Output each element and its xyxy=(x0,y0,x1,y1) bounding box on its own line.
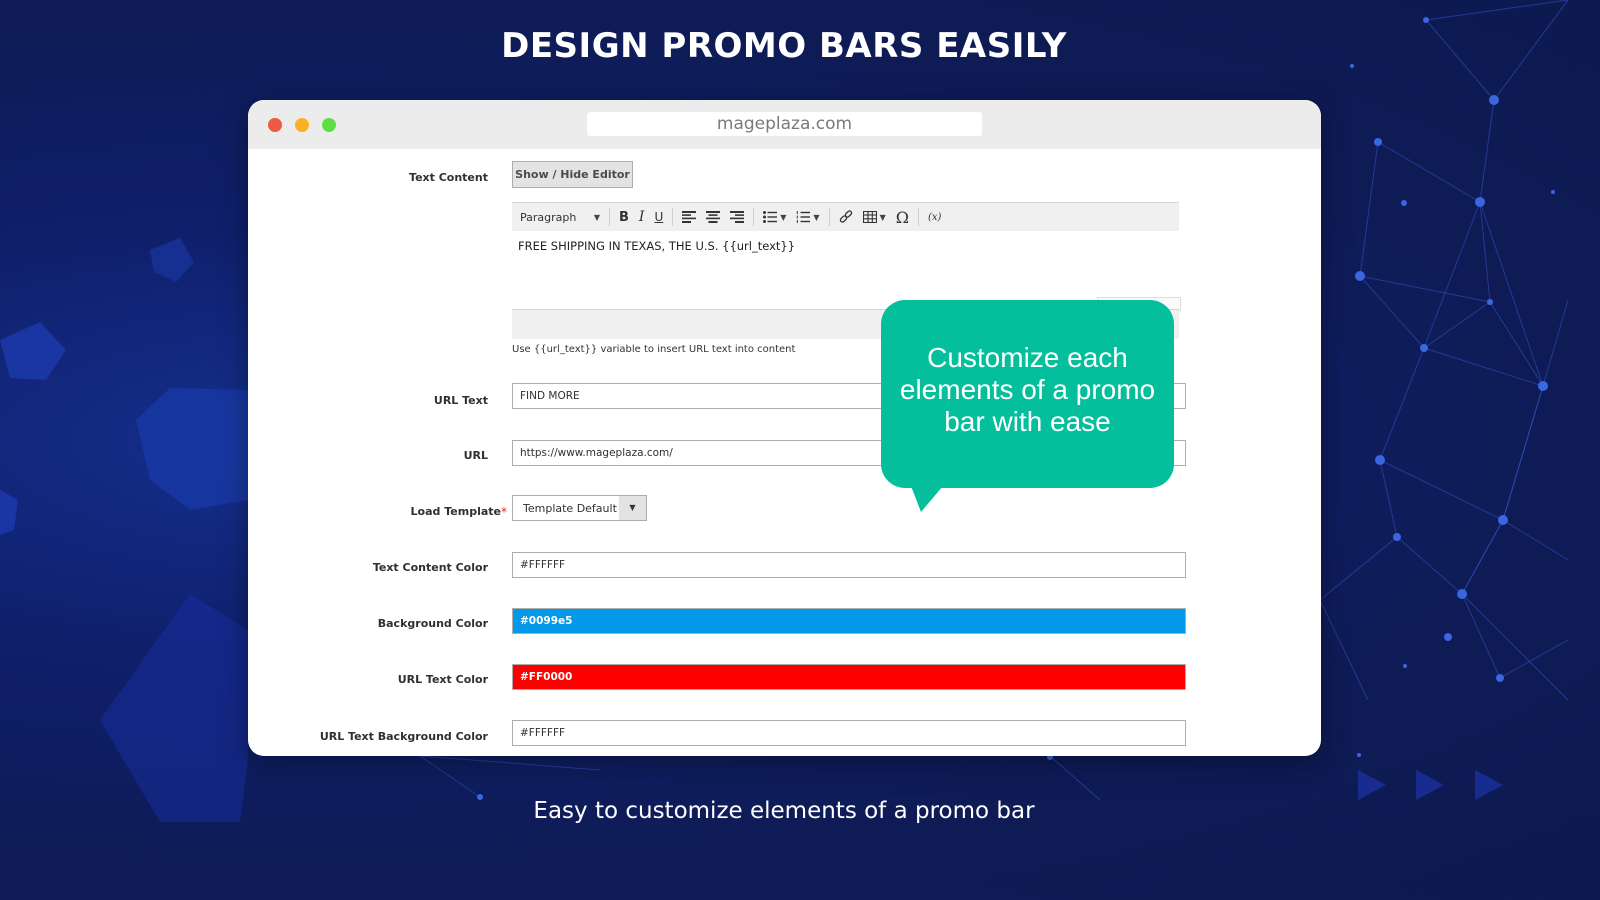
insert-table-button[interactable]: ▼ xyxy=(858,206,891,228)
insert-variable-button[interactable]: (x) xyxy=(923,206,946,228)
align-left-button[interactable] xyxy=(677,206,701,228)
insert-link-button[interactable] xyxy=(834,206,858,228)
align-right-icon xyxy=(730,211,745,223)
align-right-button[interactable] xyxy=(725,206,749,228)
url-text-background-color-input[interactable] xyxy=(512,720,1186,746)
url-text-background-color-label: URL Text Background Color xyxy=(319,730,488,743)
bullet-list-button[interactable]: ▼ xyxy=(758,206,791,228)
address-bar[interactable]: mageplaza.com xyxy=(587,112,982,136)
toolbar-divider xyxy=(917,208,919,226)
chevron-down-icon: ▼ xyxy=(879,212,886,222)
paragraph-format-label: Paragraph xyxy=(520,210,577,224)
page-subheadline: Easy to customize elements of a promo ba… xyxy=(533,798,1035,824)
bullet-list-icon xyxy=(763,211,778,223)
minimize-window-button[interactable] xyxy=(295,118,309,132)
editor-toolbar: Paragraph ▼ B I U ▼ ▼ ▼ Ω (x) xyxy=(512,202,1179,231)
numbered-list-button[interactable]: ▼ xyxy=(791,206,824,228)
text-content-color-input[interactable] xyxy=(512,552,1186,578)
load-template-label: Load Template xyxy=(411,505,501,518)
callout-bubble: Customize each elements of a promo bar w… xyxy=(881,300,1174,488)
callout-text: Customize each elements of a promo bar w… xyxy=(899,342,1156,437)
toolbar-divider xyxy=(828,208,830,226)
maximize-window-button[interactable] xyxy=(322,118,336,132)
show-hide-editor-button[interactable]: Show / Hide Editor xyxy=(512,161,633,188)
callout-tail xyxy=(911,486,943,512)
background-color-value[interactable] xyxy=(520,609,1185,633)
url-text-background-color-value[interactable] xyxy=(520,721,1185,745)
close-window-button[interactable] xyxy=(268,118,282,132)
background-color-input[interactable] xyxy=(512,608,1186,634)
toolbar-divider xyxy=(609,208,610,226)
align-center-icon xyxy=(706,211,721,223)
toolbar-divider xyxy=(672,208,674,226)
url-text-color-value[interactable] xyxy=(520,665,1185,689)
url-text-color-input[interactable] xyxy=(512,664,1186,690)
page-headline: DESIGN PROMO BARS EASILY xyxy=(501,26,1067,66)
table-icon xyxy=(862,211,877,223)
text-content-color-label: Text Content Color xyxy=(372,561,488,574)
browser-titlebar: mageplaza.com xyxy=(248,100,1321,149)
toolbar-divider xyxy=(753,208,755,226)
chevron-down-icon: ▼ xyxy=(593,212,600,222)
numbered-list-icon xyxy=(797,211,811,223)
background-color-label: Background Color xyxy=(377,617,488,630)
required-asterisk: * xyxy=(501,505,507,519)
url-text-color-label: URL Text Color xyxy=(397,673,488,686)
special-character-button[interactable]: Ω xyxy=(891,206,914,228)
chevron-down-icon: ▼ xyxy=(780,212,787,222)
align-center-button[interactable] xyxy=(701,206,725,228)
text-content-label: Text Content xyxy=(409,171,488,184)
underline-button[interactable]: U xyxy=(649,206,668,228)
editor-hint-text: Use {{url_text}} variable to insert URL … xyxy=(512,344,796,355)
chevron-down-icon: ▼ xyxy=(813,212,820,222)
load-template-label-text: Load Template xyxy=(410,505,501,518)
url-text-label: URL Text xyxy=(433,394,488,407)
load-template-select[interactable]: Template Default ▼ xyxy=(512,495,647,521)
load-template-value: Template Default xyxy=(523,502,617,515)
wysiwyg-editor-content[interactable]: FREE SHIPPING IN TEXAS, THE U.S. {{url_t… xyxy=(512,231,1179,307)
paragraph-format-dropdown[interactable]: Paragraph ▼ xyxy=(512,206,605,228)
chevron-down-icon: ▼ xyxy=(619,496,646,520)
align-left-icon xyxy=(682,211,697,223)
bold-button[interactable]: B xyxy=(614,206,634,228)
italic-button[interactable]: I xyxy=(634,206,650,228)
url-label: URL xyxy=(463,449,488,462)
text-content-color-value[interactable] xyxy=(520,553,1185,577)
link-icon xyxy=(839,210,852,223)
